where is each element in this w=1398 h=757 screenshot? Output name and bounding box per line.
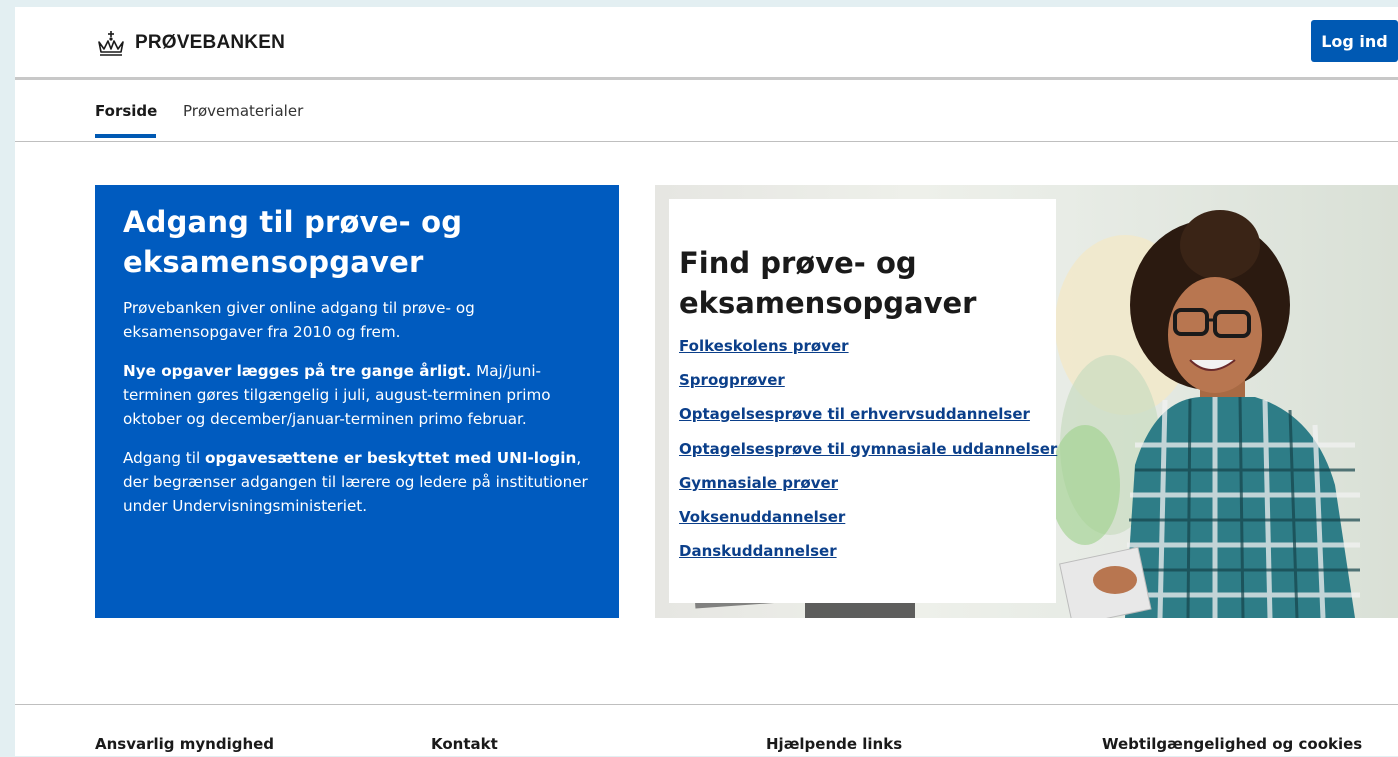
link-optagelsesprove-erhverv[interactable]: Optagelsesprøve til erhvervsuddannelser bbox=[679, 404, 1046, 424]
link-sprogprover[interactable]: Sprogprøver bbox=[679, 370, 1046, 390]
brand-logo[interactable]: PRØVEBANKEN bbox=[95, 29, 285, 57]
footer-heading-accessibility: Webtilgængelighed og cookies bbox=[1102, 735, 1363, 753]
info-title: Adgang til prøve- og eksamensopgaver bbox=[123, 205, 463, 279]
info-paragraph-1: Prøvebanken giver online adgang til prøv… bbox=[123, 299, 475, 341]
site-header: PRØVEBANKEN Log ind bbox=[15, 7, 1398, 80]
info-paragraph-3-bold: opgavesættene er beskyttet med UNI-login bbox=[205, 449, 577, 467]
find-card: Find prøve- og eksamensopgaver Folkeskol… bbox=[669, 199, 1057, 603]
footer-heading-links: Hjælpende links bbox=[766, 735, 903, 753]
link-optagelsesprove-gymnasiale[interactable]: Optagelsesprøve til gymnasiale uddannels… bbox=[679, 439, 1057, 459]
site-footer: Ansvarlig myndighed Kontakt Hjælpende li… bbox=[15, 704, 1398, 757]
link-voksenuddannelser[interactable]: Voksenuddannelser bbox=[679, 507, 1046, 527]
footer-heading-contact: Kontakt bbox=[431, 735, 498, 753]
tab-provematerialer[interactable]: Prøvematerialer bbox=[183, 102, 303, 120]
info-paragraph-3-start: Adgang til bbox=[123, 449, 206, 467]
find-title: Find prøve- og eksamensopgaver bbox=[679, 246, 977, 320]
tab-forside[interactable]: Forside bbox=[95, 102, 157, 120]
top-strip bbox=[0, 0, 800, 7]
crown-icon bbox=[98, 31, 124, 56]
main-nav: Forside Prøvematerialer bbox=[15, 80, 1398, 142]
login-button[interactable]: Log ind bbox=[1311, 20, 1398, 62]
page: PRØVEBANKEN Log ind Forside Prøvemateria… bbox=[15, 7, 1398, 756]
hero-image-panel: Find prøve- og eksamensopgaver Folkeskol… bbox=[655, 185, 1398, 618]
info-paragraph-2: Nye opgaver lægges på tre gange årligt. … bbox=[123, 359, 591, 431]
info-paragraph-2-bold: Nye opgaver lægges på tre gange årligt. bbox=[123, 362, 472, 380]
info-paragraph-3: Adgang til opgavesættene er beskyttet me… bbox=[123, 446, 591, 518]
info-box: Adgang til prøve- og eksamensopgaver Prø… bbox=[95, 185, 619, 618]
link-danskuddannelser[interactable]: Danskuddannelser bbox=[679, 541, 1046, 561]
footer-heading-authority: Ansvarlig myndighed bbox=[95, 735, 275, 753]
link-folkeskolens-prover[interactable]: Folkeskolens prøver bbox=[679, 336, 1046, 356]
link-gymnasiale-prover[interactable]: Gymnasiale prøver bbox=[679, 473, 1046, 493]
active-tab-indicator bbox=[95, 134, 156, 138]
brand-name: PRØVEBANKEN bbox=[135, 32, 285, 53]
